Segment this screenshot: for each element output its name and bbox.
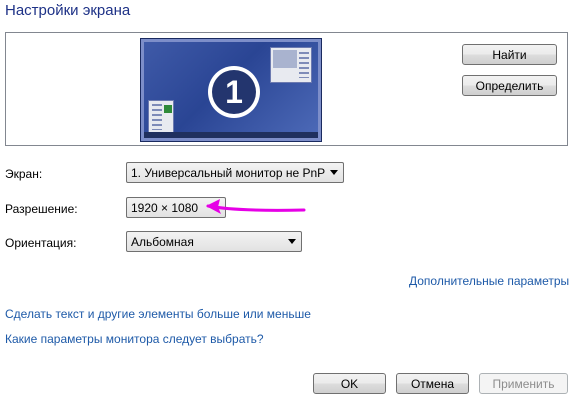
window-thumbnail-icon [148, 100, 174, 134]
monitor-1-thumbnail[interactable]: 1 [140, 38, 322, 142]
ok-button[interactable]: OK [313, 373, 386, 394]
display-select[interactable]: 1. Универсальный монитор не PnP [126, 162, 344, 183]
window-thumbnail-icon [270, 47, 312, 83]
monitor-number: 1 [212, 70, 256, 114]
page-title: Настройки экрана [5, 2, 131, 19]
arrow-left-icon [206, 199, 306, 214]
advanced-settings-link[interactable]: Дополнительные параметры [409, 274, 569, 288]
text-size-link[interactable]: Сделать текст и другие элементы больше и… [5, 307, 311, 321]
orientation-select[interactable]: Альбомная [126, 231, 302, 252]
resolution-select-value: 1920 × 1080 [131, 200, 199, 215]
identify-button[interactable]: Определить [462, 75, 557, 96]
display-label: Экран: [5, 167, 43, 181]
find-button[interactable]: Найти [462, 44, 557, 65]
cancel-button[interactable]: Отмена [396, 373, 469, 394]
apply-button[interactable]: Применить [479, 373, 568, 394]
orientation-label: Ориентация: [5, 236, 77, 250]
taskbar-strip [144, 132, 318, 138]
chevron-down-icon [330, 170, 338, 175]
resolution-label: Разрешение: [5, 202, 78, 216]
orientation-select-value: Альбомная [131, 234, 194, 249]
chevron-down-icon [288, 239, 296, 244]
display-select-value: 1. Универсальный монитор не PnP [131, 165, 326, 180]
which-settings-link[interactable]: Какие параметры монитора следует выбрать… [5, 332, 264, 346]
monitor-number-badge: 1 [208, 66, 260, 118]
